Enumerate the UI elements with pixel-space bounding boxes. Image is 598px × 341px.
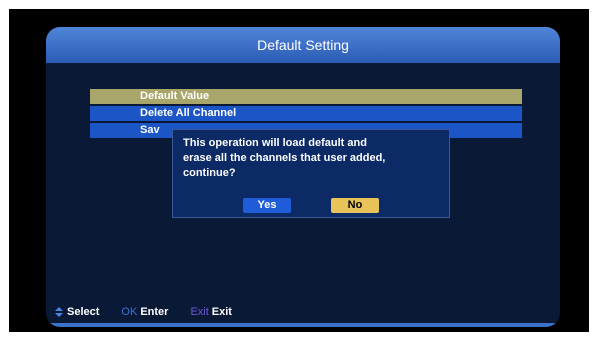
yes-button[interactable]: Yes: [243, 198, 291, 213]
select-label: Select: [67, 306, 100, 318]
menu-item-delete-all-channel[interactable]: Delete All Channel: [90, 106, 522, 121]
enter-hint: OK Enter: [121, 306, 168, 318]
exit-hint: Exit Exit: [190, 306, 232, 318]
menu-item-label: Sav: [140, 124, 160, 136]
enter-label: Enter: [140, 306, 169, 318]
page-title: Default Setting: [257, 37, 349, 53]
settings-panel: Default Setting Default Value Delete All…: [46, 27, 560, 327]
menu-item-default-value[interactable]: Default Value: [90, 89, 522, 104]
exit-key-icon: Exit: [190, 306, 209, 318]
tv-screen: Default Setting Default Value Delete All…: [9, 9, 589, 332]
menu-item-label: Delete All Channel: [140, 107, 237, 119]
title-bar: Default Setting: [46, 27, 560, 63]
no-button[interactable]: No: [331, 198, 379, 213]
menu-item-label: Default Value: [140, 90, 210, 102]
bottom-bar: [46, 323, 560, 327]
exit-label: Exit: [211, 306, 232, 318]
select-hint: Select: [54, 306, 99, 318]
ok-key-icon: OK: [121, 306, 138, 318]
confirm-dialog: This operation will load default and era…: [172, 129, 450, 218]
up-down-arrow-icon: [55, 307, 63, 317]
footer-hints: Select OK Enter Exit Exit: [46, 303, 560, 321]
dialog-message: This operation will load default and era…: [183, 137, 386, 179]
